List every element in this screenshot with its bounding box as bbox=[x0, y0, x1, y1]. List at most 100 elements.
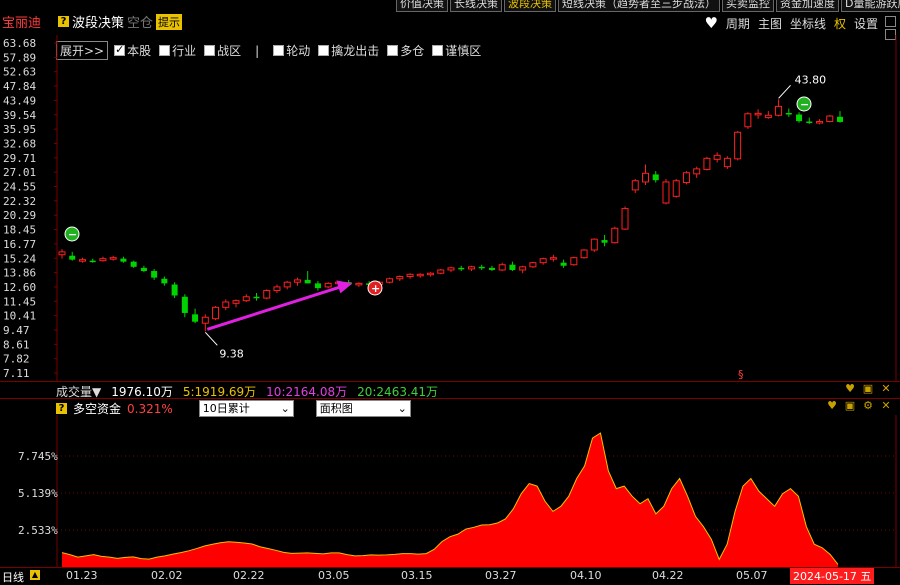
price-tick-label: 29.71 bbox=[3, 152, 36, 165]
tab-6[interactable]: D量能游跃度 bbox=[841, 0, 900, 12]
candle bbox=[539, 258, 547, 264]
candle bbox=[723, 157, 731, 168]
price-tick-label: 8.61 bbox=[3, 338, 30, 351]
candle bbox=[283, 281, 291, 288]
candle bbox=[192, 314, 199, 322]
strategy-header: ? 波段决策 空仓 提示 bbox=[58, 12, 183, 31]
price-tick-label: 12.60 bbox=[3, 281, 36, 294]
candle bbox=[816, 121, 824, 124]
candle bbox=[355, 282, 363, 286]
candle bbox=[764, 114, 772, 119]
candle bbox=[754, 112, 762, 116]
candle bbox=[580, 249, 588, 259]
price-tick-label: 57.89 bbox=[3, 51, 36, 64]
high-pointer bbox=[778, 85, 791, 99]
tab-3[interactable]: 短线决策（趋势者至三步战法） bbox=[558, 0, 720, 12]
candle bbox=[232, 300, 240, 304]
candle bbox=[242, 296, 250, 302]
candle bbox=[458, 267, 465, 270]
candle bbox=[549, 257, 557, 260]
heart-icon[interactable]: ♥ bbox=[844, 383, 856, 395]
favorite-heart-icon[interactable]: ♥ bbox=[704, 14, 717, 32]
candle bbox=[304, 279, 311, 284]
price-tick-label: 47.84 bbox=[3, 80, 36, 93]
tab-5[interactable]: 资金加速度 bbox=[776, 0, 839, 12]
candle bbox=[642, 172, 649, 183]
strategy-title: 波段决策 bbox=[72, 16, 125, 31]
candle bbox=[478, 266, 485, 269]
candle bbox=[467, 266, 475, 270]
window-icon[interactable]: ▣ bbox=[862, 383, 874, 395]
high-price-label: 43.80 bbox=[795, 73, 827, 86]
current-date: 2024-05-17 五 bbox=[790, 568, 875, 584]
candle bbox=[161, 278, 168, 284]
price-tick-label: 15.24 bbox=[3, 252, 36, 265]
tab-1[interactable]: 长线决策 bbox=[450, 0, 502, 12]
stock-name[interactable]: 宝丽迪 bbox=[2, 12, 41, 31]
candle bbox=[509, 264, 516, 270]
indicator-chart[interactable]: 7.745% 5.139% 2.533% bbox=[0, 415, 900, 567]
date-label: 05.07 bbox=[736, 569, 768, 582]
help-icon[interactable]: ? bbox=[56, 403, 67, 414]
candle bbox=[222, 301, 230, 308]
close-icon[interactable]: ✕ bbox=[880, 383, 892, 395]
divider bbox=[0, 381, 900, 382]
tab-4[interactable]: 买卖监控 bbox=[722, 0, 774, 12]
menu-rights[interactable]: 权 bbox=[834, 15, 846, 32]
price-tick-label: 11.45 bbox=[3, 295, 36, 308]
candle bbox=[120, 258, 127, 262]
price-tick-label: 27.01 bbox=[3, 166, 36, 179]
candle bbox=[744, 113, 752, 128]
lock-icon[interactable]: ▲ bbox=[30, 570, 40, 580]
price-tick-label: 9.47 bbox=[3, 324, 30, 337]
candle bbox=[58, 251, 66, 256]
low-pointer bbox=[204, 331, 218, 346]
menu-settings[interactable]: 设置 bbox=[854, 15, 878, 32]
menu-axis-lines[interactable]: 坐标线 bbox=[790, 15, 826, 32]
price-chart[interactable]: 63.6857.89 52.6347.8443.49 39.5435.9532.68… bbox=[0, 35, 900, 381]
date-label: 01.23 bbox=[66, 569, 98, 582]
tip-badge[interactable]: 提示 bbox=[156, 13, 183, 30]
price-tick-label: 52.63 bbox=[3, 66, 36, 79]
candle bbox=[703, 157, 711, 170]
candle bbox=[99, 258, 107, 262]
maximize-icon[interactable] bbox=[885, 16, 896, 27]
indicator-value: 0.321% bbox=[127, 401, 173, 416]
help-icon[interactable]: ? bbox=[58, 16, 69, 27]
candle bbox=[151, 271, 158, 278]
date-label: 03.05 bbox=[318, 569, 350, 582]
low-price-label: 9.38 bbox=[219, 347, 244, 360]
candle bbox=[693, 168, 701, 175]
price-tick-label: 16.77 bbox=[3, 238, 36, 251]
heart-icon[interactable]: ♥ bbox=[826, 400, 838, 412]
candle bbox=[201, 316, 209, 324]
indicator-area bbox=[62, 433, 838, 567]
settings-icon[interactable]: ⚙ bbox=[862, 400, 874, 412]
close-icon[interactable]: ✕ bbox=[880, 400, 892, 412]
chevron-down-icon: ⌄ bbox=[397, 402, 407, 415]
candle bbox=[682, 172, 690, 184]
candle bbox=[416, 273, 424, 277]
price-tick-label: 39.54 bbox=[3, 109, 36, 122]
menu-period[interactable]: 周期 bbox=[726, 15, 750, 32]
chevron-down-icon: ⌄ bbox=[280, 402, 290, 415]
period-label[interactable]: 日线 bbox=[2, 569, 24, 585]
menu-main-chart[interactable]: 主图 bbox=[758, 15, 782, 32]
candle bbox=[78, 259, 86, 262]
buy-signal-icon-glyph: + bbox=[371, 282, 380, 295]
price-tick-label: 43.49 bbox=[3, 94, 36, 107]
candle bbox=[601, 240, 608, 243]
period-select-value: 10日累计 bbox=[202, 402, 250, 415]
candle bbox=[631, 180, 639, 191]
candle bbox=[662, 181, 670, 204]
candle bbox=[437, 269, 445, 274]
candle bbox=[253, 296, 260, 299]
window-icon[interactable]: ▣ bbox=[844, 400, 856, 412]
tab-2[interactable]: 波段决策 bbox=[504, 0, 556, 12]
top-bar: 宝丽迪 ? 波段决策 空仓 提示 价值决策 长线决策 波段决策 短线决策（趋势者至三步… bbox=[0, 0, 900, 40]
price-tick-label: 18.45 bbox=[3, 224, 36, 237]
candle bbox=[785, 113, 792, 115]
candle bbox=[498, 264, 506, 271]
candle bbox=[734, 131, 742, 160]
tab-0[interactable]: 价值决策 bbox=[396, 0, 448, 12]
